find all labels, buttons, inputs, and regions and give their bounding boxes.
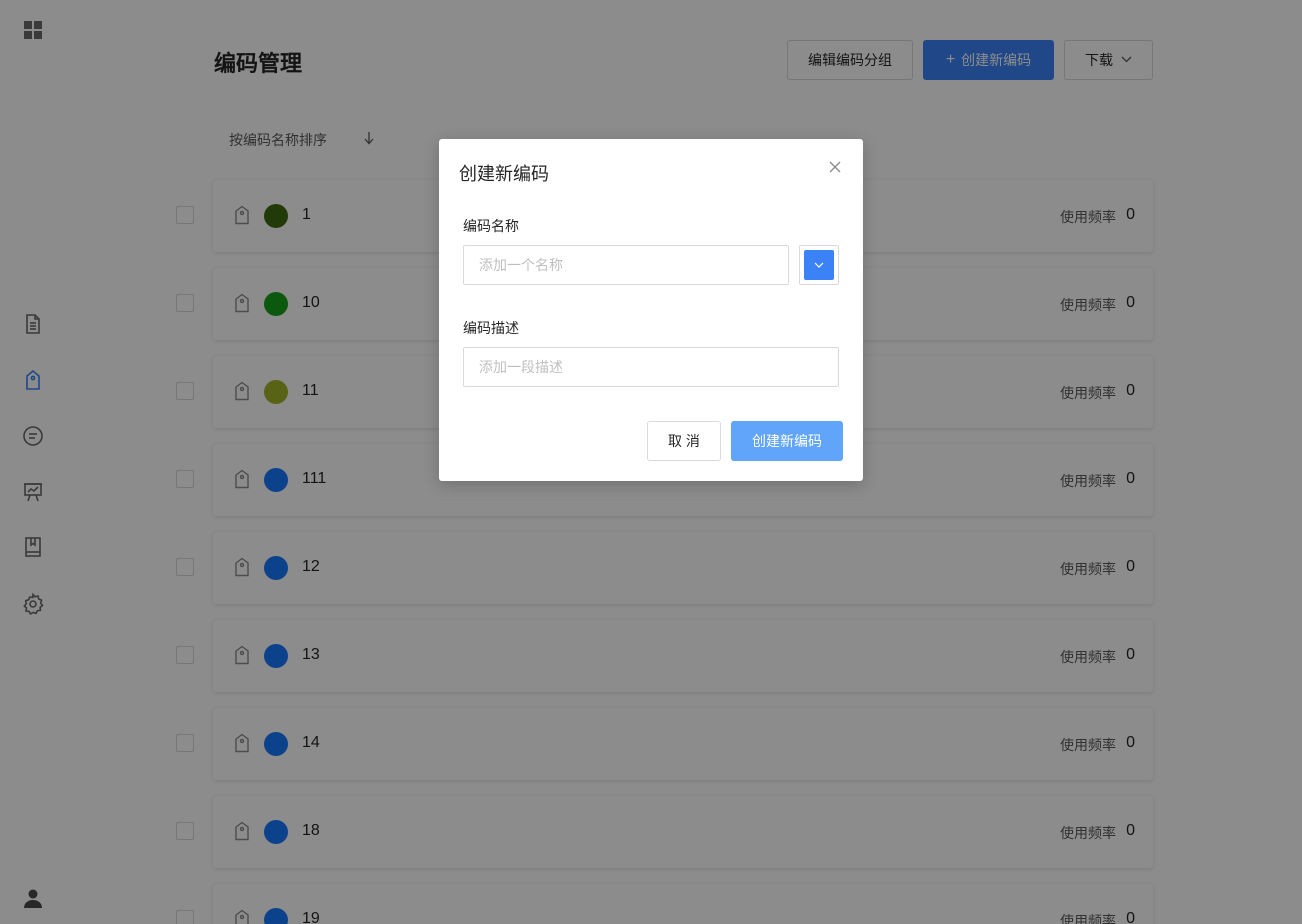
code-name-input[interactable]	[463, 245, 789, 285]
cancel-label: 取 消	[668, 433, 700, 449]
chevron-down-icon	[814, 262, 824, 268]
modal-title: 创建新编码	[459, 164, 549, 184]
color-swatch	[804, 250, 834, 280]
create-code-modal: 创建新编码 编码名称 编码描述 取 消 创建新编码	[439, 139, 863, 481]
cancel-button[interactable]: 取 消	[647, 421, 721, 461]
submit-create-label: 创建新编码	[752, 433, 822, 449]
code-description-label: 编码描述	[463, 320, 519, 336]
code-description-input[interactable]	[463, 347, 839, 387]
color-picker-button[interactable]	[799, 245, 839, 285]
code-name-label: 编码名称	[463, 218, 519, 234]
submit-create-button[interactable]: 创建新编码	[731, 421, 843, 461]
close-icon[interactable]	[827, 159, 843, 175]
